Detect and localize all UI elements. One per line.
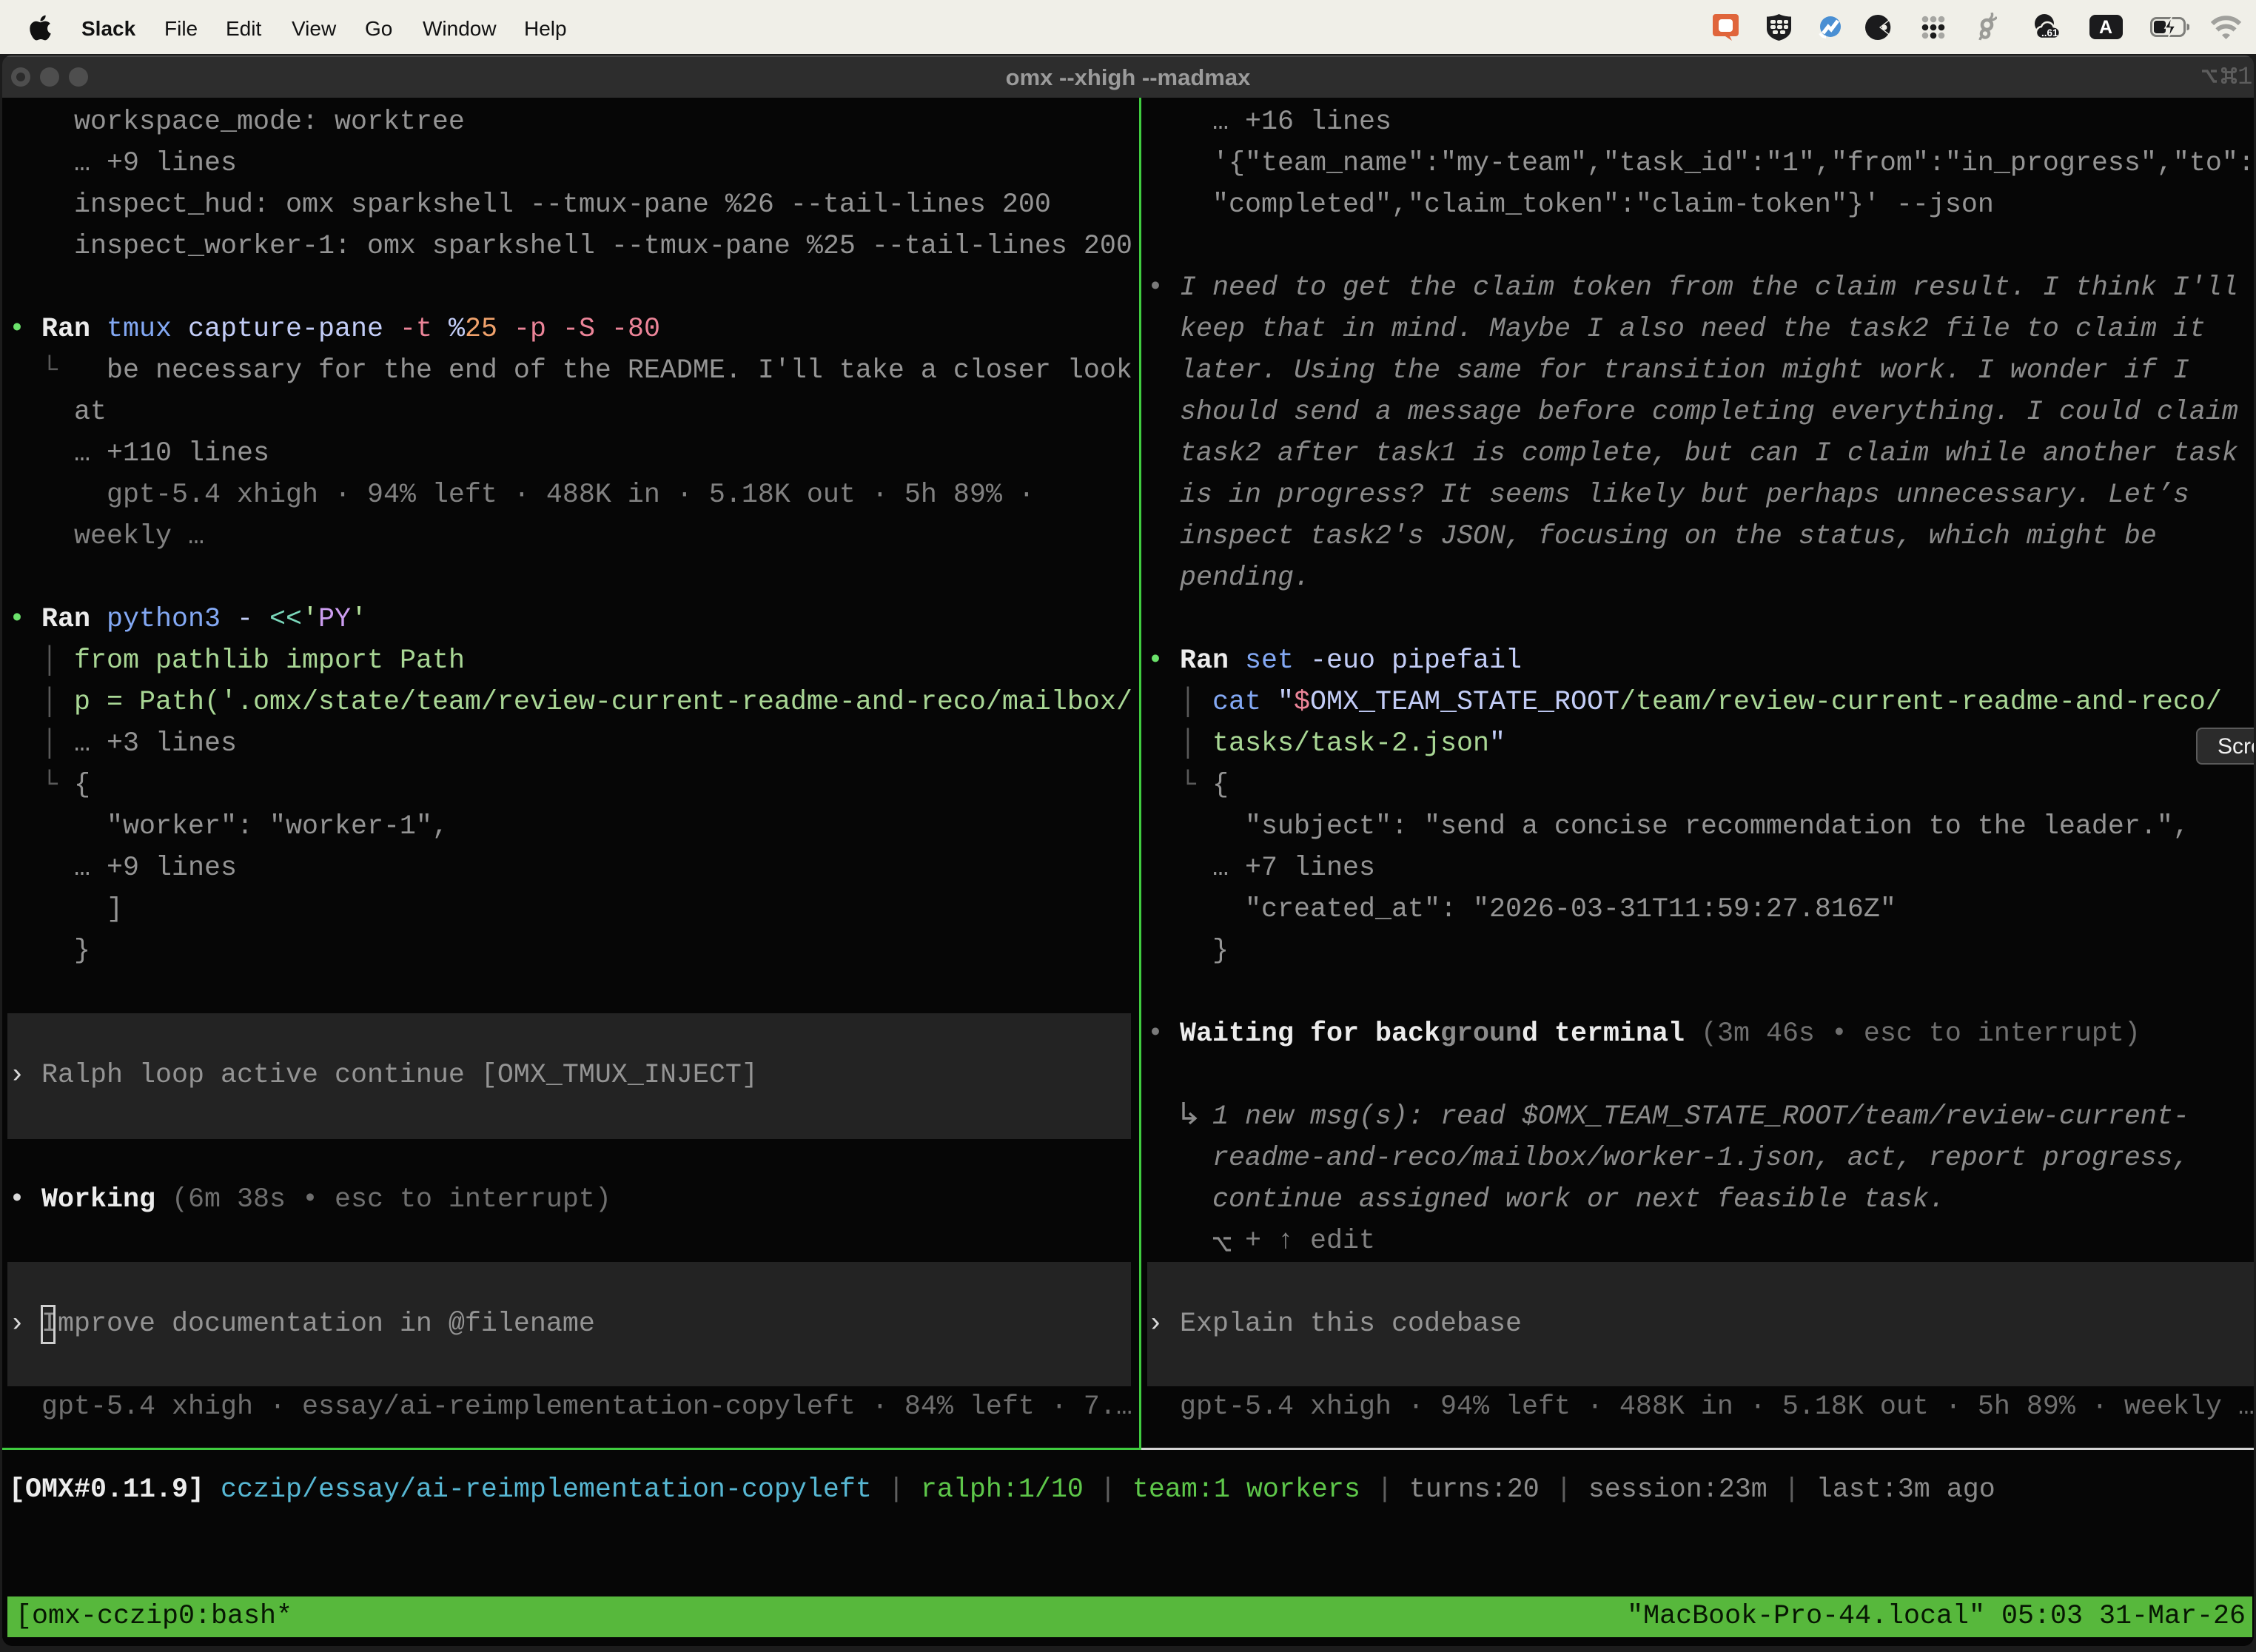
svg-text:..61: ..61 <box>2041 27 2058 38</box>
svg-text:A: A <box>2099 17 2112 38</box>
